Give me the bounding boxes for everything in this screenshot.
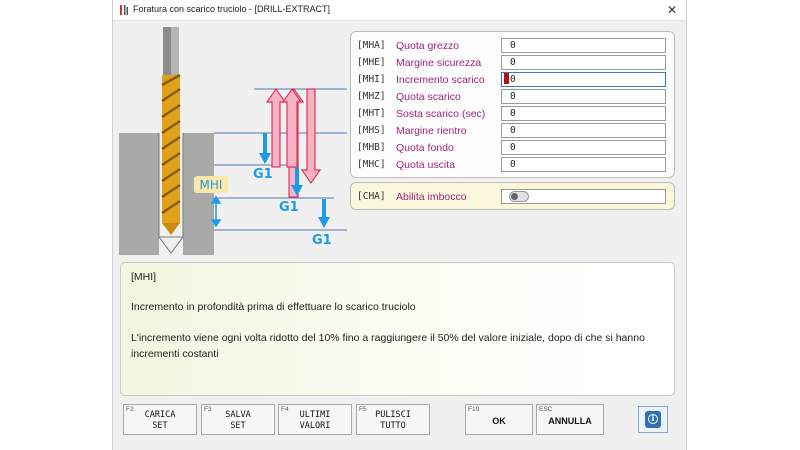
param-row-mhz: [MHZ] Quota scarico 0 <box>351 89 674 106</box>
param-code: [MHS] <box>357 125 386 136</box>
dialog-window: Foratura con scarico truciolo - [DRILL-E… <box>112 0 687 450</box>
param-label: Incremento scarico <box>396 74 485 86</box>
cha-label: Abilita imbocco <box>396 191 467 203</box>
sosta-scarico-input[interactable]: 0 <box>501 106 666 121</box>
param-label: Margine sicurezza <box>396 57 482 69</box>
param-code: [MHI] <box>357 74 386 85</box>
param-code: [MHC] <box>357 159 386 170</box>
g1-label-3: G1 <box>312 233 332 248</box>
margine-sicurezza-input[interactable]: 0 <box>501 55 666 70</box>
retract-arrows <box>265 87 322 198</box>
ok-button[interactable]: F10 OK <box>465 404 533 435</box>
param-row-mht: [MHT] Sosta scarico (sec) 0 <box>351 106 674 123</box>
incremento-scarico-value: 0 <box>510 74 516 85</box>
carica-set-button[interactable]: F2 CARICA SET <box>123 404 197 435</box>
help-description: L'incremento viene ogni volta ridotto de… <box>131 332 645 360</box>
param-code: [MHE] <box>357 57 386 68</box>
quota-fondo-input[interactable]: 0 <box>501 140 666 155</box>
abilita-imbocco-toggle[interactable] <box>509 191 529 202</box>
close-icon[interactable]: ✕ <box>664 2 680 18</box>
incremento-scarico-input[interactable]: 0 <box>501 72 666 87</box>
g1-label-2: G1 <box>279 200 299 215</box>
help-title: Incremento in profondità prima di effett… <box>131 301 416 313</box>
fkey-number: ESC <box>539 406 553 413</box>
param-label: Quota uscita <box>396 159 455 171</box>
param-label: Quota scarico <box>396 91 461 103</box>
g1-label-1: G1 <box>253 167 273 182</box>
cha-code: [CHA] <box>357 191 386 202</box>
parameters-panel: [MHA] Quota grezzo 0 [MHE] Margine sicur… <box>350 31 675 178</box>
param-code: [MHZ] <box>357 91 386 102</box>
fkey-number: F10 <box>468 406 480 413</box>
param-code: [MHB] <box>357 142 386 153</box>
window-title: Foratura con scarico truciolo - [DRILL-E… <box>133 4 331 14</box>
param-label: Margine rientro <box>396 125 467 137</box>
param-row-mhc: [MHC] Quota uscita 0 <box>351 157 674 174</box>
fkey-label: PULISCI TUTTO <box>375 410 411 431</box>
quota-grezzo-input[interactable]: 0 <box>501 38 666 53</box>
drill-shank-shade <box>171 27 179 77</box>
pulisci-tutto-button[interactable]: F5 PULISCI TUTTO <box>356 404 430 435</box>
salva-set-button[interactable]: F3 SALVA SET <box>201 404 275 435</box>
param-row-mha: [MHA] Quota grezzo 0 <box>351 38 674 55</box>
drilling-diagram: MHI G1 G1 G1 <box>119 27 347 255</box>
fkey-label: SALVA SET <box>225 410 251 431</box>
param-row-mhs: [MHS] Margine rientro 0 <box>351 123 674 140</box>
help-panel: [MHI] Incremento in profondità prima di … <box>120 262 675 396</box>
param-row-mhi: [MHI] Incremento scarico 0 <box>351 72 674 89</box>
info-button[interactable]: i <box>638 406 668 433</box>
cha-panel: [CHA] Abilita imbocco <box>350 182 675 210</box>
fkey-label: ANNULLA <box>548 416 592 426</box>
param-label: Sosta scarico (sec) <box>396 108 486 120</box>
help-code: [MHI] <box>131 271 157 283</box>
title-bar: Foratura con scarico truciolo - [DRILL-E… <box>113 0 686 21</box>
annulla-button[interactable]: ESC ANNULLA <box>536 404 604 435</box>
fkey-label: CARICA SET <box>144 410 176 431</box>
text-cursor <box>504 73 509 84</box>
quota-scarico-input[interactable]: 0 <box>501 89 666 104</box>
param-row-mhb: [MHB] Quota fondo 0 <box>351 140 674 157</box>
quota-uscita-input[interactable]: 0 <box>501 157 666 172</box>
param-row-mhe: [MHE] Margine sicurezza 0 <box>351 55 674 72</box>
ultimi-valori-button[interactable]: F4 ULTIMI VALORI <box>278 404 352 435</box>
drill-body <box>162 75 180 223</box>
param-code: [MHT] <box>357 108 386 119</box>
mhi-label: MHI <box>200 178 223 192</box>
param-label: Quota grezzo <box>396 40 460 52</box>
info-icon: i <box>645 411 661 428</box>
fkey-label: OK <box>492 416 506 426</box>
app-icon <box>120 5 128 15</box>
abilita-imbocco-field <box>501 189 666 204</box>
param-code: [MHA] <box>357 40 386 51</box>
fkey-label: ULTIMI VALORI <box>299 410 331 431</box>
toggle-knob <box>511 193 518 200</box>
margine-rientro-input[interactable]: 0 <box>501 123 666 138</box>
param-label: Quota fondo <box>396 142 454 154</box>
